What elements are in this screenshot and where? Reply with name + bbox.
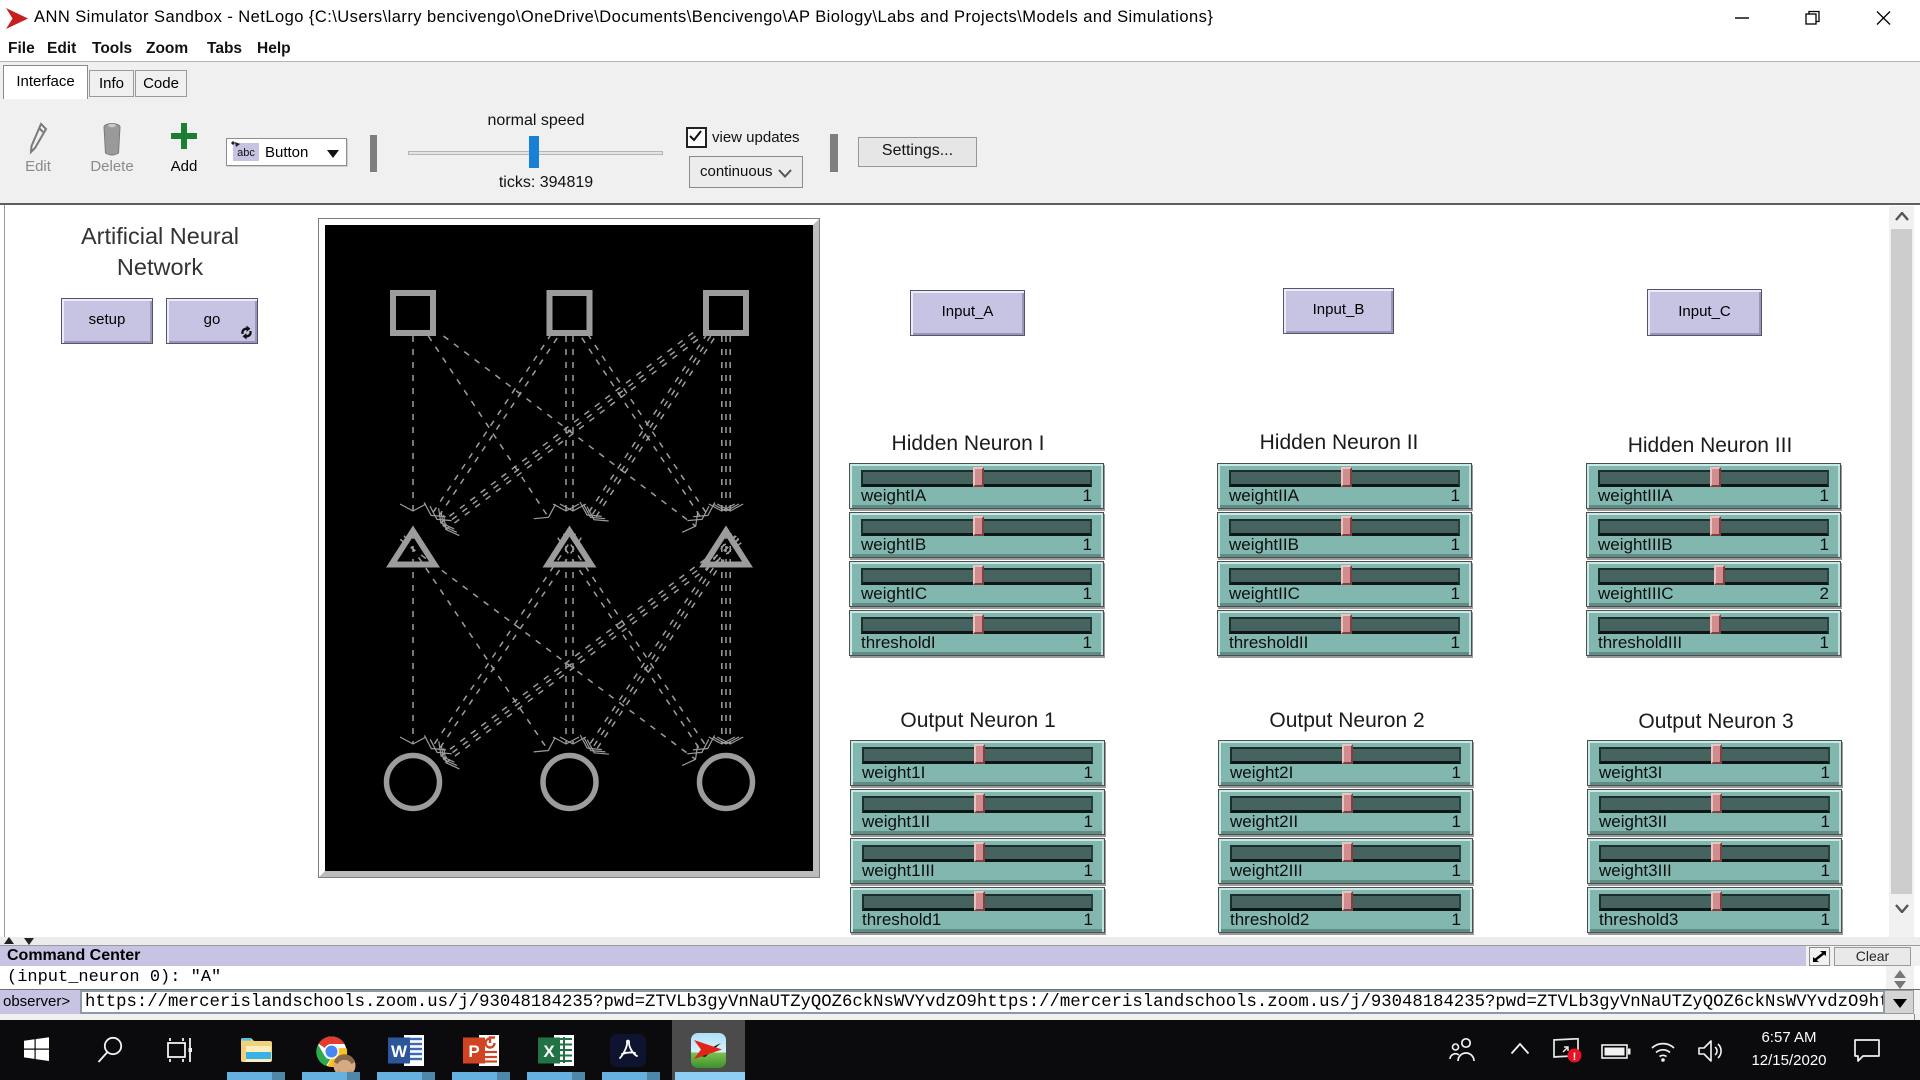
svg-text:W: W (391, 1042, 408, 1061)
svg-text:P: P (468, 1042, 479, 1061)
svg-text:X: X (543, 1042, 555, 1061)
svg-text:!: ! (1573, 1051, 1577, 1063)
